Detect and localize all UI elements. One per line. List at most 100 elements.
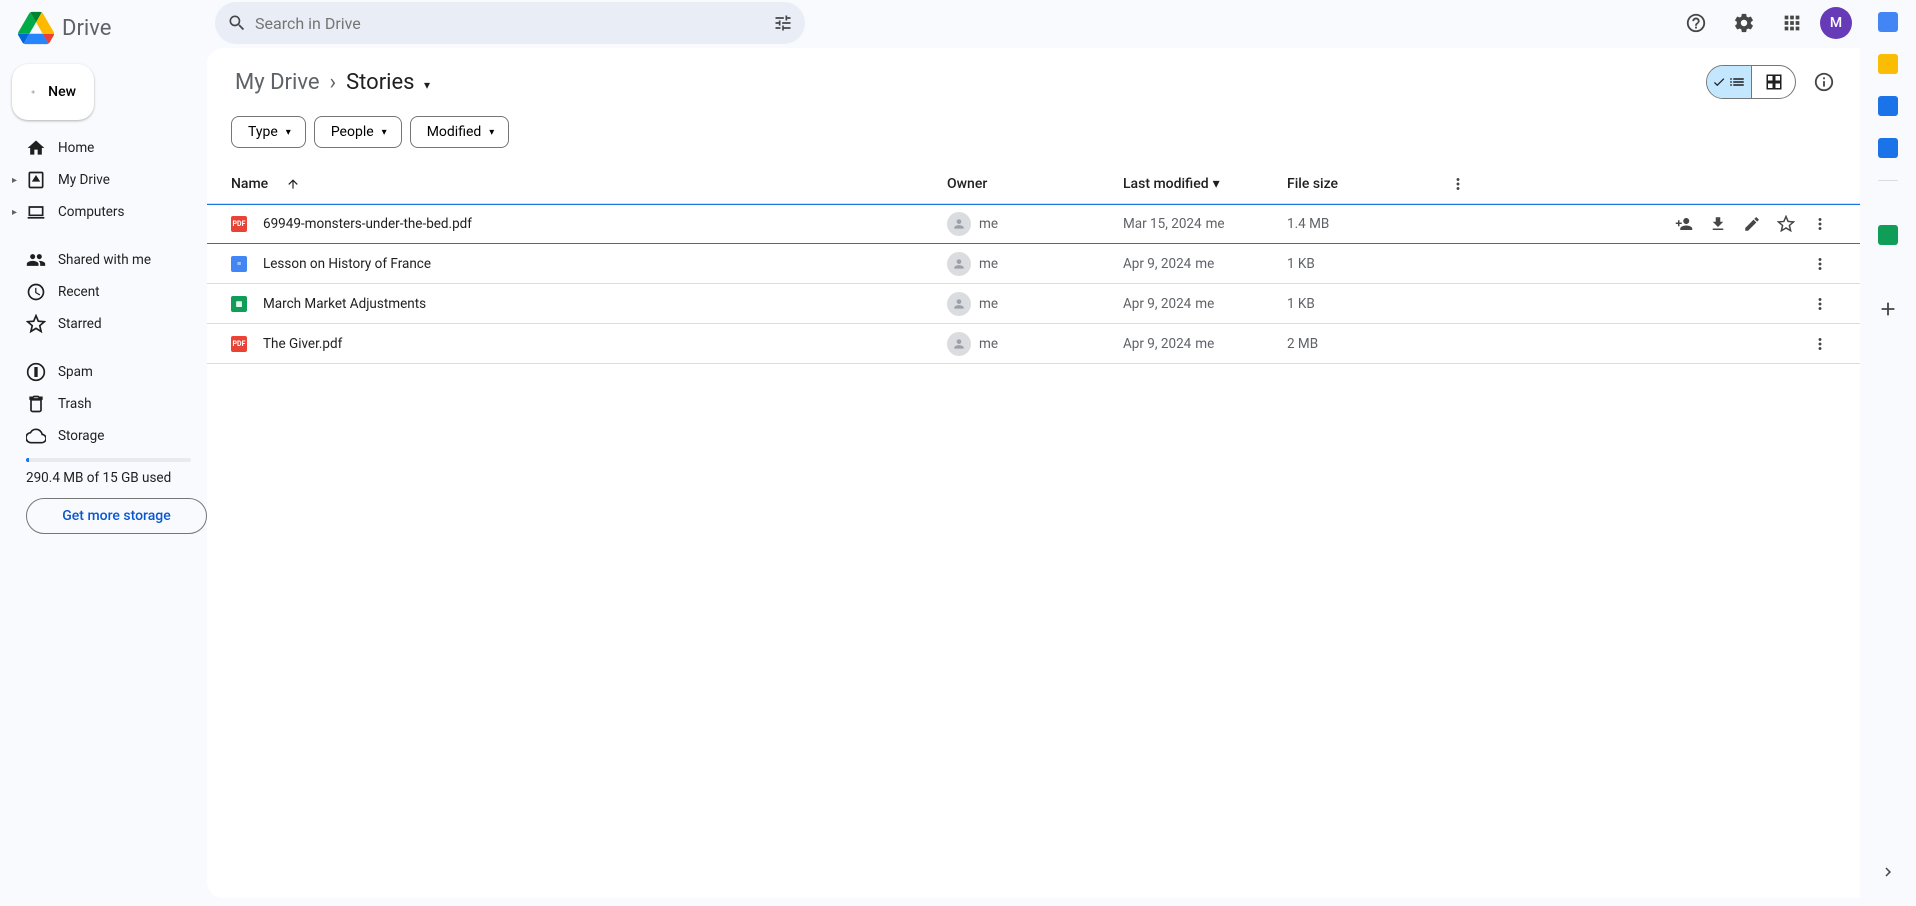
column-more[interactable] [1427,175,1467,193]
more-button[interactable] [1804,248,1836,280]
side-app-maps[interactable] [1878,225,1898,245]
column-name[interactable]: Name [231,176,947,192]
more-icon [1449,175,1467,193]
file-modified: Apr 9, 2024me [1123,256,1287,272]
person-add-icon [1675,215,1693,233]
clock-icon [26,282,46,302]
file-owner: me [947,212,1123,236]
drive-icon [26,170,46,190]
more-icon [1811,335,1829,353]
get-storage-button[interactable]: Get more storage [26,498,207,534]
file-row[interactable]: ≡ Lesson on History of France me Apr 9, … [207,244,1860,284]
chevron-right-icon [1879,863,1897,881]
details-button[interactable] [1804,62,1844,102]
home-icon [26,138,46,158]
apps-button[interactable] [1772,3,1812,43]
sidebar: Drive New Home My Drive Computers Shared… [0,0,207,906]
nav-drive[interactable]: My Drive [0,164,195,196]
nav-cloud[interactable]: Storage [0,420,195,452]
filter-modified[interactable]: Modified▾ [410,116,510,148]
nav-people[interactable]: Shared with me [0,244,195,276]
arrow-up-icon [286,177,300,191]
file-size: 1 KB [1287,256,1427,272]
computers-icon [26,202,46,222]
file-owner: me [947,332,1123,356]
view-toggle [1706,65,1796,99]
column-modified[interactable]: Last modified▾ [1123,176,1287,192]
main: M My Drive › Stories ▾ [207,0,1860,906]
more-icon [1811,215,1829,233]
tune-icon[interactable] [773,13,793,33]
nav-label: Spam [58,364,93,380]
download-icon [1709,215,1727,233]
rename-button[interactable] [1736,208,1768,240]
support-button[interactable] [1676,3,1716,43]
help-icon [1685,12,1707,34]
filter-people[interactable]: People▾ [314,116,402,148]
nav-trash[interactable]: Trash [0,388,195,420]
nav-computers[interactable]: Computers [0,196,195,228]
file-row[interactable]: PDF 69949-monsters-under-the-bed.pdf me … [207,204,1860,244]
filter-type[interactable]: Type▾ [231,116,306,148]
file-size: 2 MB [1287,336,1427,352]
nav-label: Recent [58,284,100,300]
nav-list: Home My Drive Computers Shared with me R… [0,132,207,452]
download-button[interactable] [1702,208,1734,240]
more-button[interactable] [1804,328,1836,360]
side-app-tasks[interactable] [1878,96,1898,116]
side-app-keep[interactable] [1878,54,1898,74]
info-icon [1813,71,1835,93]
nav-label: Computers [58,204,124,220]
edit-icon [1743,215,1761,233]
search-input[interactable] [247,14,773,33]
gear-icon [1733,12,1755,34]
file-name: Lesson on History of France [263,256,431,272]
side-app-contacts[interactable] [1878,138,1898,158]
star-icon [1777,215,1795,233]
side-divider [1878,180,1898,181]
doc-icon: ≡ [231,256,247,272]
file-list: PDF 69949-monsters-under-the-bed.pdf me … [207,204,1860,364]
list-view-button[interactable] [1707,66,1751,98]
share-button[interactable] [1668,208,1700,240]
more-icon [1811,255,1829,273]
nav-label: Shared with me [58,252,151,268]
column-owner[interactable]: Owner [947,176,1123,192]
drive-logo[interactable]: Drive [0,0,207,56]
nav-star[interactable]: Starred [0,308,195,340]
nav-spam[interactable]: Spam [0,356,195,388]
more-icon [1811,295,1829,313]
more-button[interactable] [1804,288,1836,320]
plus-icon [30,80,36,104]
file-owner: me [947,292,1123,316]
search-icon [227,13,247,33]
settings-button[interactable] [1724,3,1764,43]
star-button[interactable] [1770,208,1802,240]
file-row[interactable]: PDF The Giver.pdf me Apr 9, 2024me 2 MB [207,324,1860,364]
nav-label: Storage [58,428,104,444]
apps-icon [1781,12,1803,34]
new-button[interactable]: New [12,64,94,120]
breadcrumb-parent[interactable]: My Drive [231,66,324,99]
searchbox[interactable] [215,2,805,44]
more-button[interactable] [1804,208,1836,240]
content-area: My Drive › Stories ▾ [207,48,1860,898]
pdf-icon: PDF [231,336,247,352]
side-app-calendar[interactable] [1878,12,1898,32]
grid-view-button[interactable] [1751,66,1795,98]
chevron-down-icon: ▾ [1213,176,1220,192]
nav-home[interactable]: Home [0,132,195,164]
account-avatar[interactable]: M [1820,7,1852,39]
breadcrumb-current[interactable]: Stories ▾ [342,66,434,99]
file-name: The Giver.pdf [263,336,342,352]
side-add-button[interactable] [1868,289,1908,329]
nav-clock[interactable]: Recent [0,276,195,308]
owner-avatar-icon [947,252,971,276]
file-modified: Mar 15, 2024me [1123,216,1287,232]
side-collapse-button[interactable] [1870,854,1906,890]
cloud-icon [26,426,46,446]
file-row[interactable]: ▦ March Market Adjustments me Apr 9, 202… [207,284,1860,324]
column-size[interactable]: File size [1287,176,1427,192]
table-header: Name Owner Last modified▾ File size [207,164,1860,204]
file-modified: Apr 9, 2024me [1123,296,1287,312]
